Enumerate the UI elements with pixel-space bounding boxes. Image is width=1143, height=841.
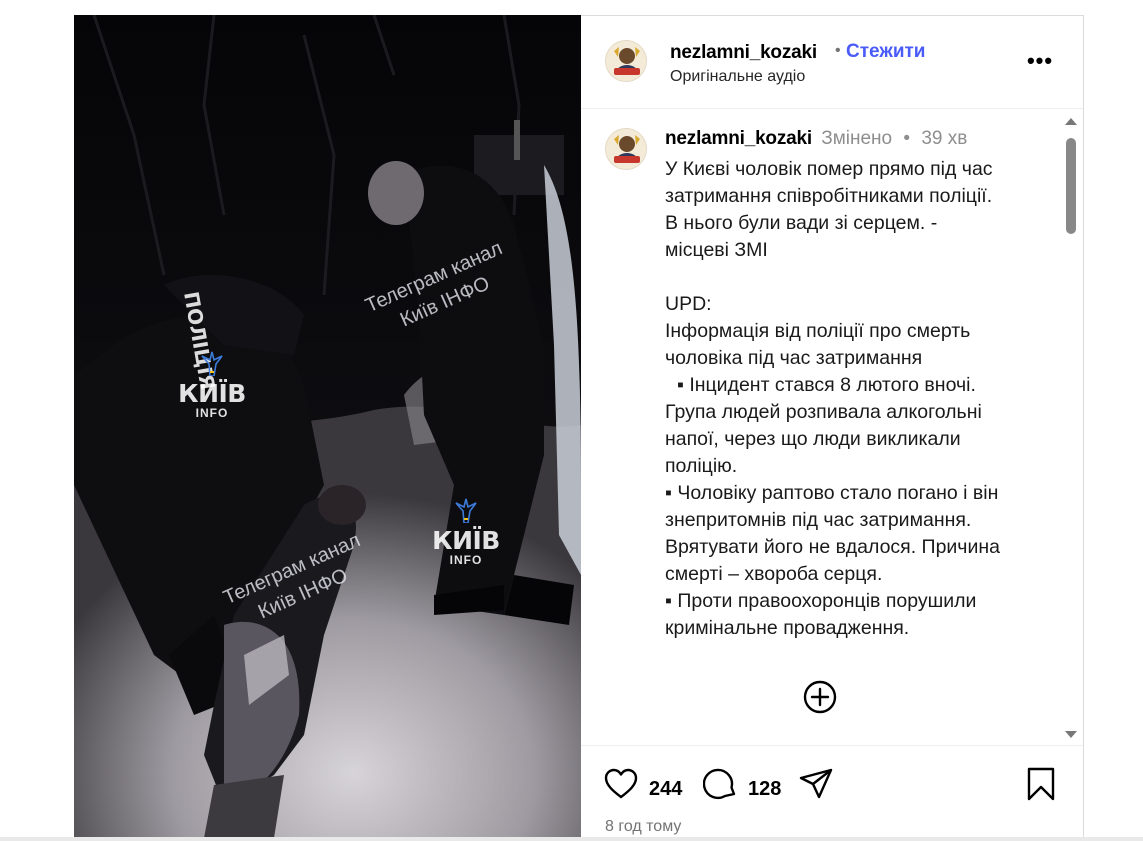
motherland-monument-icon [455, 498, 477, 524]
kyiv-logo-subtext: INFO [195, 406, 229, 420]
caption-username-link[interactable]: nezlamni_kozaki [665, 128, 812, 149]
post-details-panel: nezlamni_kozaki • Стежити Оригінальне ау… [581, 15, 1084, 838]
scroll-down-arrow-icon[interactable] [1065, 731, 1077, 738]
account-avatar[interactable] [605, 40, 647, 82]
follow-button[interactable]: Стежити [846, 41, 925, 63]
comments-count[interactable]: 128 [748, 778, 781, 801]
likes-count[interactable]: 244 [649, 778, 682, 801]
post-actions-bar: 244 128 8 год тому [581, 745, 1083, 839]
paper-plane-icon[interactable] [797, 766, 835, 802]
scroll-up-arrow-icon[interactable] [1065, 118, 1077, 125]
caption-separator-dot: • [903, 128, 911, 149]
plus-circle-icon[interactable] [803, 680, 837, 714]
caption-line: ▪ Чоловіку раптово стало погано і він [665, 482, 999, 504]
caption-line: кримінальне провадження. [665, 617, 910, 639]
caption-line: У Києві чоловік помер прямо під час [665, 158, 993, 180]
instagram-post-page: ПОЛІЦІЯ Телеграм канал Київ ІНФО Телегра… [0, 0, 1143, 841]
header-separator-dot: • [835, 42, 841, 59]
posted-time-link[interactable]: 8 год тому [605, 818, 681, 836]
caption-timestamp: 39 хв [921, 128, 968, 149]
caption-line: поліцію. [665, 455, 738, 477]
cossack-avatar-icon [606, 129, 646, 169]
caption-line: UPD: [665, 293, 712, 315]
kyiv-logo-text: КИЇВ [178, 379, 246, 408]
caption-line: Врятувати його не вдалося. Причина [665, 536, 1000, 558]
caption-avatar[interactable] [605, 128, 647, 170]
caption-scrollbar[interactable] [1063, 112, 1081, 744]
post-video[interactable]: ПОЛІЦІЯ Телеграм канал Київ ІНФО Телегра… [74, 15, 581, 838]
caption-line: Інформація від поліції про смерть [665, 320, 971, 342]
more-options-icon[interactable]: ••• [1025, 49, 1055, 73]
cossack-avatar-icon [606, 41, 646, 81]
caption-line: В нього були вади зі серцем. - [665, 212, 938, 234]
kyiv-logo-text: КИЇВ [432, 526, 500, 555]
caption-line: знепритомнів під час затримання. [665, 509, 972, 531]
caption-text: У Києві чоловік помер прямо під час затр… [665, 156, 1055, 642]
caption-line: ▪ Проти правоохоронців порушили [665, 590, 977, 612]
kyiv-logo-subtext: INFO [449, 553, 483, 567]
caption-line: Група людей розпивала алкогольні [665, 401, 982, 423]
scrollbar-thumb[interactable] [1066, 138, 1076, 234]
edited-label: Змінено [821, 128, 893, 149]
caption-line: ▪ Інцидент стався 8 лютого вночі. [677, 374, 976, 396]
caption-line: смерті – хвороба серця. [665, 563, 883, 585]
caption-line: місцеві ЗМІ [665, 239, 768, 261]
heart-icon[interactable] [603, 766, 639, 802]
original-audio-link[interactable]: Оригінальне аудіо [670, 68, 805, 86]
bookmark-icon[interactable] [1024, 766, 1058, 802]
caption-line-blank [665, 264, 1055, 291]
caption-line: затримання співробітниками поліції. [665, 185, 993, 207]
header-username-link[interactable]: nezlamni_kozaki [670, 42, 817, 64]
caption-line: чоловіка під час затримання [665, 347, 923, 369]
kyiv-info-logo-right: КИЇВ INFO [424, 497, 508, 566]
caption-section: nezlamni_kozaki Змінено • 39 хв У Києві … [581, 110, 1066, 746]
comment-bubble-icon[interactable] [703, 766, 739, 802]
kyiv-info-logo: КИЇВ INFO [170, 350, 254, 419]
post-header: nezlamni_kozaki • Стежити Оригінальне ау… [581, 16, 1083, 109]
motherland-monument-icon [201, 351, 223, 377]
caption-header: nezlamni_kozaki Змінено • 39 хв [665, 128, 967, 150]
night-scene-image: ПОЛІЦІЯ [74, 15, 581, 838]
page-bottom-divider [0, 837, 1143, 841]
caption-line: напої, через що люди викликали [665, 428, 961, 450]
